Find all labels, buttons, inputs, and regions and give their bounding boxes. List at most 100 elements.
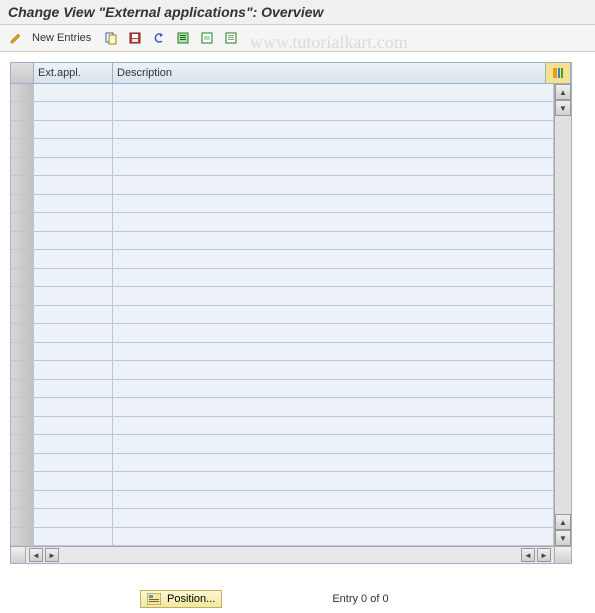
grid-config-button[interactable] xyxy=(546,63,571,83)
cell-ext-appl[interactable] xyxy=(34,435,113,452)
copy-icon[interactable] xyxy=(101,28,121,48)
cell-ext-appl[interactable] xyxy=(34,84,113,101)
cell-ext-appl[interactable] xyxy=(34,361,113,378)
row-selector[interactable] xyxy=(11,398,34,415)
cell-ext-appl[interactable] xyxy=(34,417,113,434)
deselect-all-icon[interactable] xyxy=(221,28,241,48)
row-selector[interactable] xyxy=(11,343,34,360)
row-selector[interactable] xyxy=(11,491,34,508)
cell-description[interactable] xyxy=(113,102,554,119)
select-block-icon[interactable] xyxy=(197,28,217,48)
scroll-track-vertical[interactable] xyxy=(555,116,571,514)
row-selector[interactable] xyxy=(11,435,34,452)
cell-ext-appl[interactable] xyxy=(34,176,113,193)
cell-description[interactable] xyxy=(113,417,554,434)
cell-ext-appl[interactable] xyxy=(34,121,113,138)
cell-description[interactable] xyxy=(113,509,554,526)
row-selector[interactable] xyxy=(11,454,34,471)
cell-ext-appl[interactable] xyxy=(34,213,113,230)
cell-ext-appl[interactable] xyxy=(34,343,113,360)
cell-description[interactable] xyxy=(113,250,554,267)
cell-description[interactable] xyxy=(113,306,554,323)
cell-description[interactable] xyxy=(113,195,554,212)
h-scroll-left-button-2[interactable]: ◄ xyxy=(521,548,535,562)
cell-ext-appl[interactable] xyxy=(34,102,113,119)
grid-header-ext-appl[interactable]: Ext.appl. xyxy=(34,63,113,83)
row-selector[interactable] xyxy=(11,287,34,304)
row-selector[interactable] xyxy=(11,139,34,156)
cell-description[interactable] xyxy=(113,398,554,415)
cell-ext-appl[interactable] xyxy=(34,380,113,397)
cell-ext-appl[interactable] xyxy=(34,509,113,526)
row-selector[interactable] xyxy=(11,380,34,397)
cell-description[interactable] xyxy=(113,454,554,471)
cell-description[interactable] xyxy=(113,232,554,249)
cell-ext-appl[interactable] xyxy=(34,287,113,304)
select-all-icon[interactable] xyxy=(173,28,193,48)
row-selector[interactable] xyxy=(11,306,34,323)
cell-description[interactable] xyxy=(113,361,554,378)
row-selector[interactable] xyxy=(11,361,34,378)
row-selector[interactable] xyxy=(11,84,34,101)
cell-ext-appl[interactable] xyxy=(34,158,113,175)
cell-description[interactable] xyxy=(113,287,554,304)
row-selector[interactable] xyxy=(11,509,34,526)
cell-ext-appl[interactable] xyxy=(34,472,113,489)
cell-ext-appl[interactable] xyxy=(34,454,113,471)
row-selector[interactable] xyxy=(11,417,34,434)
row-selector[interactable] xyxy=(11,232,34,249)
save-icon[interactable] xyxy=(125,28,145,48)
scroll-up-button-bottom[interactable]: ▲ xyxy=(555,514,571,530)
cell-description[interactable] xyxy=(113,121,554,138)
cell-description[interactable] xyxy=(113,472,554,489)
cell-description[interactable] xyxy=(113,158,554,175)
row-selector[interactable] xyxy=(11,176,34,193)
h-scroll-right-button-1[interactable]: ► xyxy=(45,548,59,562)
cell-description[interactable] xyxy=(113,269,554,286)
position-button[interactable]: Position... xyxy=(140,590,222,608)
grid-header-select-all[interactable] xyxy=(11,63,34,83)
cell-description[interactable] xyxy=(113,343,554,360)
table-row xyxy=(11,213,554,231)
change-icon[interactable] xyxy=(6,28,26,48)
row-selector[interactable] xyxy=(11,158,34,175)
scroll-down-button[interactable]: ▼ xyxy=(555,530,571,546)
cell-description[interactable] xyxy=(113,435,554,452)
grid-header-description[interactable]: Description xyxy=(113,63,546,83)
cell-ext-appl[interactable] xyxy=(34,306,113,323)
row-selector[interactable] xyxy=(11,250,34,267)
cell-ext-appl[interactable] xyxy=(34,195,113,212)
scroll-down-button-top[interactable]: ▼ xyxy=(555,100,571,116)
cell-description[interactable] xyxy=(113,528,554,545)
h-scroll-left-button-1[interactable]: ◄ xyxy=(29,548,43,562)
cell-ext-appl[interactable] xyxy=(34,324,113,341)
row-selector[interactable] xyxy=(11,195,34,212)
cell-ext-appl[interactable] xyxy=(34,491,113,508)
scroll-up-button[interactable]: ▲ xyxy=(555,84,571,100)
cell-ext-appl[interactable] xyxy=(34,528,113,545)
cell-description[interactable] xyxy=(113,84,554,101)
cell-ext-appl[interactable] xyxy=(34,269,113,286)
cell-description[interactable] xyxy=(113,176,554,193)
row-selector[interactable] xyxy=(11,213,34,230)
cell-ext-appl[interactable] xyxy=(34,232,113,249)
h-scroll-right-button-2[interactable]: ► xyxy=(537,548,551,562)
row-selector[interactable] xyxy=(11,102,34,119)
cell-description[interactable] xyxy=(113,213,554,230)
cell-description[interactable] xyxy=(113,139,554,156)
cell-description[interactable] xyxy=(113,380,554,397)
new-entries-button[interactable]: New Entries xyxy=(30,32,97,44)
row-selector[interactable] xyxy=(11,528,34,545)
table-row xyxy=(11,435,554,453)
undo-icon[interactable] xyxy=(149,28,169,48)
table-row xyxy=(11,102,554,120)
row-selector[interactable] xyxy=(11,121,34,138)
row-selector[interactable] xyxy=(11,269,34,286)
row-selector[interactable] xyxy=(11,472,34,489)
cell-description[interactable] xyxy=(113,491,554,508)
cell-ext-appl[interactable] xyxy=(34,398,113,415)
cell-description[interactable] xyxy=(113,324,554,341)
row-selector[interactable] xyxy=(11,324,34,341)
cell-ext-appl[interactable] xyxy=(34,139,113,156)
cell-ext-appl[interactable] xyxy=(34,250,113,267)
